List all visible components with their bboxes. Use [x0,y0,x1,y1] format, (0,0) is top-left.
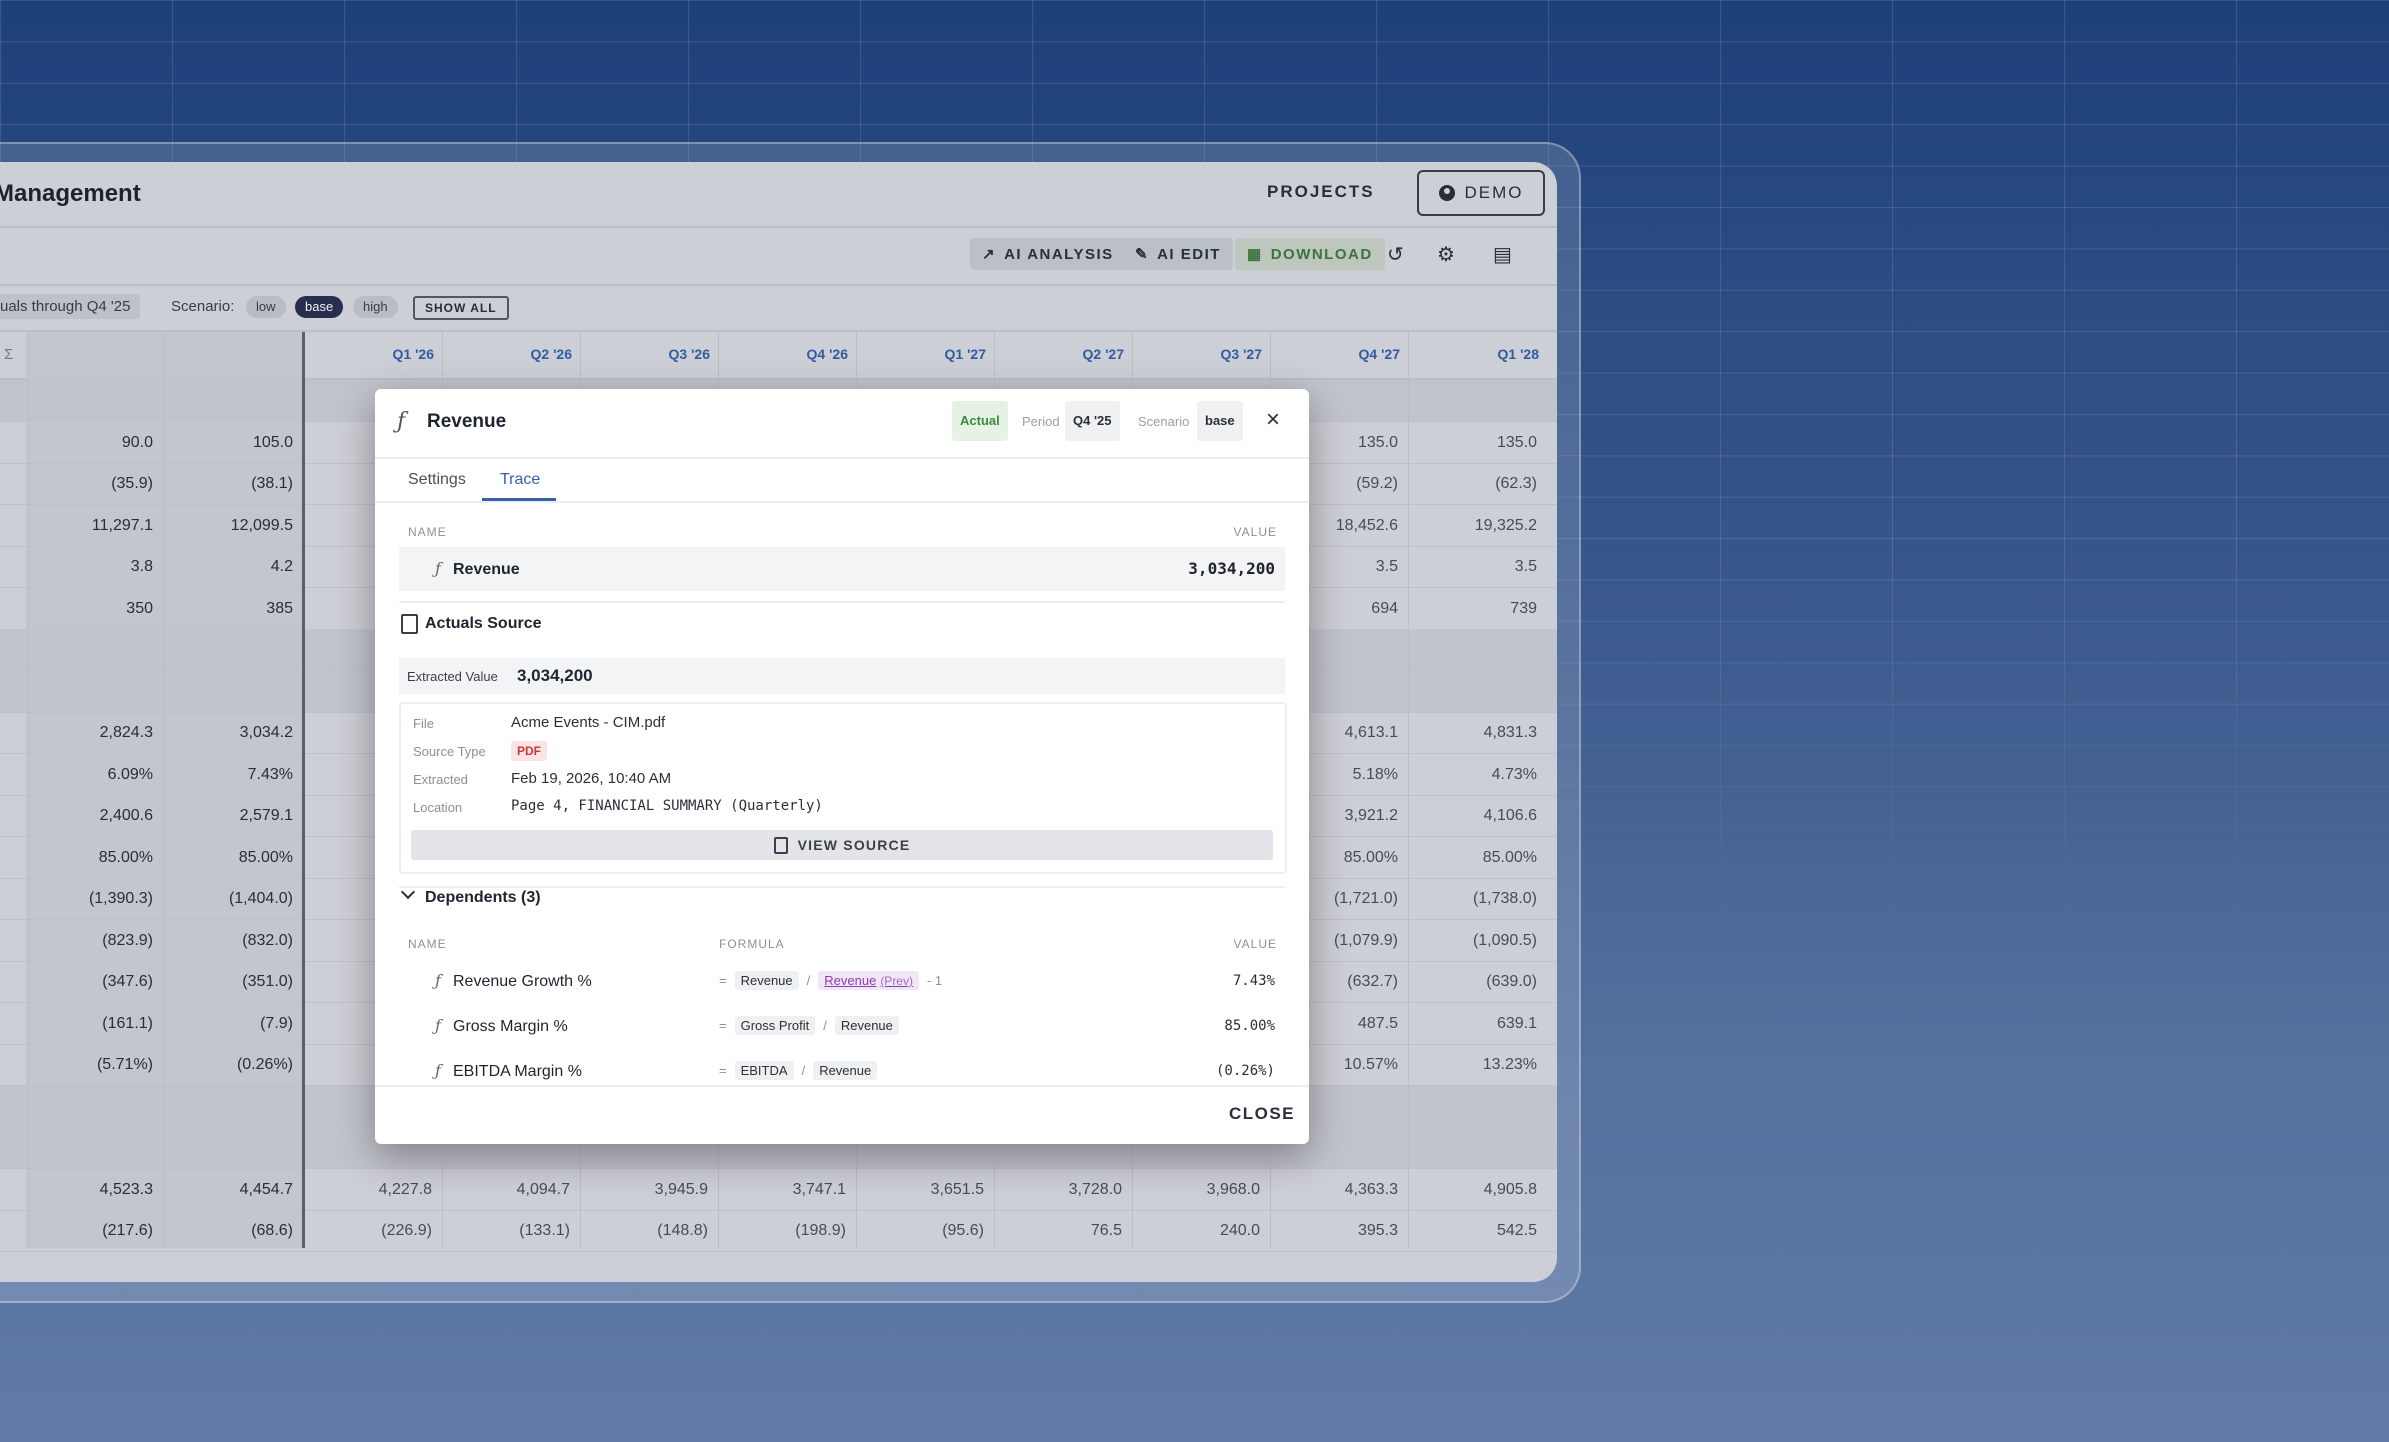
function-icon: ƒ [435,1061,441,1080]
formula-ref[interactable]: EBITDA [734,1061,794,1080]
file-value: Acme Events - CIM.pdf [511,714,666,731]
prev-suffix: (Prev) [880,974,913,988]
tab-trace[interactable]: Trace [500,471,540,489]
modal-title: Revenue [427,411,507,432]
dependent-row[interactable]: ƒ EBITDA Margin % = EBITDA / Revenue (0.… [399,1049,1285,1085]
location-value: Page 4, FINANCIAL SUMMARY (Quarterly) [511,798,823,814]
formula-ref[interactable]: Gross Profit [734,1016,816,1035]
formula-ref[interactable]: Revenue [834,1016,899,1035]
formula: = EBITDA / Revenue [719,1061,878,1080]
operator: / [801,1063,806,1078]
period-value: Q4 '25 [1065,401,1120,441]
dependent-name: Revenue Growth % [453,973,592,990]
active-tab-indicator [482,498,556,501]
divider [399,601,1285,603]
actual-badge: Actual [952,401,1008,441]
modal-body: NAME VALUE ƒ Revenue 3,034,200 Actuals S… [375,503,1309,1085]
view-source-label: VIEW SOURCE [797,837,911,853]
dependent-name: Gross Margin % [453,1018,568,1035]
trace-name-header: NAME [408,525,447,539]
trace-modal: ƒ Revenue Actual Period Q4 '25 Scenario … [375,389,1309,1144]
scenario-value: base [1197,401,1243,441]
source-type-label: Source Type [413,744,486,759]
file-label: File [413,716,434,731]
extracted-value: 3,034,200 [517,666,593,685]
function-icon: ƒ [435,1016,441,1035]
document-search-icon [773,836,788,854]
dependent-name: EBITDA Margin % [453,1063,582,1080]
formula-ref-prev[interactable]: Revenue (Prev) [818,971,919,990]
extracted-value-label: Extracted Value [407,669,498,684]
modal-tabs: Settings Trace [375,457,1309,503]
close-button[interactable]: CLOSE [1229,1104,1295,1124]
dependents-title[interactable]: Dependents (3) [425,889,541,907]
extracted-date: Feb 19, 2026, 10:40 AM [511,770,672,787]
tab-settings[interactable]: Settings [408,471,466,489]
scenario-label: Scenario [1138,414,1190,429]
trace-row[interactable]: ƒ Revenue 3,034,200 [399,547,1285,591]
function-icon: ƒ [435,559,441,578]
operator: / [806,973,811,988]
dep-name-header: NAME [408,937,447,951]
extracted-value-row: Extracted Value 3,034,200 [399,658,1285,694]
dependent-row[interactable]: ƒ Gross Margin % = Gross Profit / Revenu… [399,1004,1285,1048]
extracted-label: Extracted [413,772,468,787]
dependent-row[interactable]: ƒ Revenue Growth % = Revenue / Revenue (P… [399,959,1285,1003]
pdf-badge: PDF [511,741,547,761]
equals-sign: = [719,973,727,988]
operator: / [823,1018,827,1033]
formula: = Gross Profit / Revenue [719,1016,899,1035]
dependent-value: 7.43% [1232,973,1275,989]
formula-ref-prev-name: Revenue [824,973,877,988]
period-label: Period [1022,414,1060,429]
dep-formula-header: FORMULA [719,937,785,951]
dep-value-header: VALUE [1233,937,1277,951]
close-icon[interactable]: × [1266,408,1280,432]
trace-row-value: 3,034,200 [1188,559,1275,578]
modal-footer: CLOSE [375,1085,1309,1144]
dependent-value: 85.00% [1224,1018,1275,1034]
modal-header: ƒ Revenue Actual Period Q4 '25 Scenario … [375,389,1309,459]
equals-sign: = [719,1018,727,1033]
operator: - 1 [926,973,943,988]
formula: = Revenue / Revenue (Prev) - 1 [719,971,942,990]
location-label: Location [413,800,463,815]
trace-row-name: Revenue [453,561,520,578]
source-details: File Acme Events - CIM.pdf Source Type P… [399,702,1287,874]
document-icon [401,614,418,634]
function-icon: ƒ [397,409,406,434]
trace-value-header: VALUE [1233,525,1277,539]
dependent-value: (0.26%) [1215,1063,1275,1079]
equals-sign: = [719,1063,727,1078]
actuals-source-title: Actuals Source [425,615,542,632]
view-source-button[interactable]: VIEW SOURCE [411,830,1273,860]
formula-ref[interactable]: Revenue [734,971,799,990]
formula-ref[interactable]: Revenue [813,1061,878,1080]
function-icon: ƒ [435,971,441,990]
divider [399,886,1285,888]
